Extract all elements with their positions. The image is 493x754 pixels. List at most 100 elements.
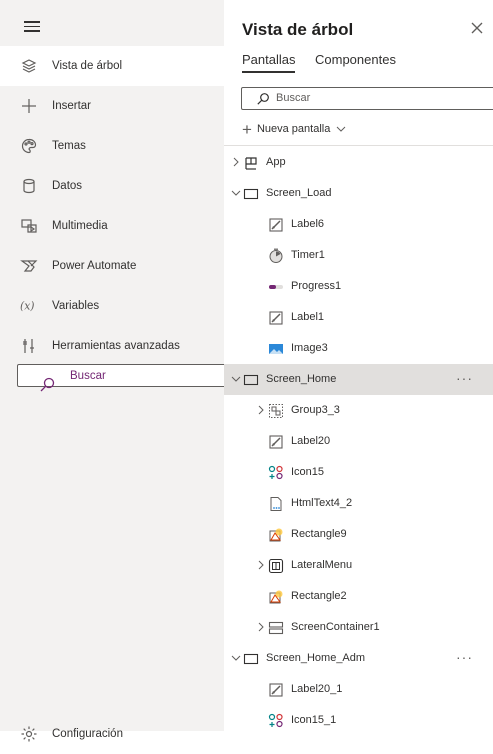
label-icon — [269, 683, 283, 697]
nav-item-themes[interactable]: Temas — [0, 126, 224, 166]
tree-item-screen-home-adm[interactable]: Screen_Home_Adm ··· — [224, 643, 493, 674]
advanced-tools-icon — [23, 339, 34, 353]
search-input[interactable]: Buscar — [241, 87, 493, 110]
label-icon — [269, 218, 283, 232]
nav-item-data[interactable]: Datos — [0, 166, 224, 206]
search-icon — [40, 377, 55, 392]
tab-components[interactable]: Componentes — [315, 52, 396, 67]
tree-view-panel: Vista de árbol Pantallas Componentes Bus… — [224, 0, 493, 731]
icon-control-icon — [268, 465, 283, 480]
chevron-right-icon[interactable] — [256, 560, 266, 570]
label-icon — [269, 311, 283, 325]
chevron-right-icon[interactable] — [231, 157, 241, 167]
tree-item-label: LateralMenu — [291, 559, 353, 571]
tree-item-label: Image3 — [291, 342, 328, 354]
tree-item-label: Label20 — [291, 435, 331, 447]
tree-item-app[interactable]: App — [224, 147, 493, 178]
tree-item-label: Icon15 — [291, 466, 325, 478]
nav-item-settings[interactable]: Configuración — [0, 714, 224, 754]
tree-item-screen-load[interactable]: Screen_Load — [224, 178, 493, 209]
tree-item-lateralmenu[interactable]: LateralMenu — [224, 550, 493, 581]
nav-item-advanced-tools[interactable]: Herramientas avanzadas — [0, 326, 224, 366]
tree-item-screencontainer1[interactable]: ScreenContainer1 — [224, 612, 493, 643]
tree-item-label: Timer1 — [291, 249, 325, 261]
tree-item-label1[interactable]: Label1 — [224, 302, 493, 333]
tree-item-label: Rectangle2 — [291, 590, 347, 602]
nav-item-insert[interactable]: Insertar — [0, 86, 224, 126]
chevron-right-icon[interactable] — [256, 622, 266, 632]
tree-item-label: HtmlText4_2 — [291, 497, 353, 509]
chevron-down-icon[interactable] — [231, 653, 241, 663]
tree-item-label20-1[interactable]: Label20_1 — [224, 674, 493, 705]
screen-icon — [243, 653, 259, 665]
nav-item-media[interactable]: Multimedia — [0, 206, 224, 246]
tree-item-label: Screen_Home — [266, 373, 337, 385]
chevron-down-icon[interactable] — [231, 374, 241, 384]
nav-item-variables[interactable]: (x) Variables — [0, 286, 224, 326]
plus-icon: + — [242, 119, 252, 139]
tree-item-group3-3[interactable]: Group3_3 — [224, 395, 493, 426]
nav-label-variables: Variables — [52, 300, 100, 312]
tree-item-htmltext4-2[interactable]: HtmlText4_2 — [224, 488, 493, 519]
tree-item-label: App — [266, 156, 286, 168]
plus-icon — [22, 99, 36, 113]
screen-icon — [243, 374, 259, 386]
database-icon — [23, 178, 35, 194]
more-options-icon[interactable]: ··· — [456, 649, 473, 665]
html-text-icon — [270, 497, 282, 511]
close-icon[interactable] — [470, 21, 484, 35]
icon-control-icon — [268, 713, 283, 728]
shape-icon — [269, 590, 283, 604]
search-icon — [257, 93, 269, 105]
screen-icon — [243, 188, 259, 200]
tree-item-icon15-1[interactable]: Icon15_1 — [224, 705, 493, 736]
nav-item-power-automate[interactable]: Power Automate — [0, 246, 224, 286]
timer-icon — [269, 248, 283, 263]
progress-icon — [269, 285, 283, 289]
hamburger-menu-icon[interactable] — [24, 21, 40, 33]
gear-icon — [21, 726, 37, 742]
nav-label-themes: Temas — [52, 140, 86, 152]
nav-label-advanced-tools: Herramientas avanzadas — [52, 340, 180, 352]
svg-text:(x): (x) — [20, 300, 35, 313]
new-screen-button[interactable]: + Nueva pantalla — [242, 118, 346, 140]
variables-icon: (x) — [20, 300, 35, 313]
app-icon — [245, 157, 257, 170]
component-icon — [268, 558, 284, 574]
palette-icon — [21, 138, 37, 154]
search-placeholder: Buscar — [276, 92, 311, 104]
tree-item-label6[interactable]: Label6 — [224, 209, 493, 240]
tree-item-label20[interactable]: Label20 — [224, 426, 493, 457]
left-navigation: Vista de árbol Insertar Temas Datos Mult… — [0, 0, 272, 742]
nav-label-media: Multimedia — [52, 220, 108, 232]
tree-item-label: Label6 — [291, 218, 325, 230]
tree-item-label: ScreenContainer1 — [291, 621, 380, 633]
media-icon — [21, 219, 37, 233]
tab-screens[interactable]: Pantallas — [242, 52, 296, 73]
tree-item-timer1[interactable]: Timer1 — [224, 240, 493, 271]
nav-label-settings: Configuración — [52, 728, 123, 740]
nav-item-tree-view[interactable]: Vista de árbol — [0, 46, 224, 86]
panel-title: Vista de árbol — [242, 20, 354, 39]
tree-item-label: Screen_Load — [266, 187, 332, 199]
image-icon — [269, 344, 283, 354]
tree-item-image3[interactable]: Image3 — [224, 333, 493, 364]
more-options-icon[interactable]: ··· — [456, 370, 473, 386]
tree-item-screen-home[interactable]: Screen_Home ··· — [224, 364, 493, 395]
label-icon — [269, 435, 283, 449]
power-automate-icon — [20, 260, 38, 272]
chevron-down-icon[interactable] — [231, 188, 241, 198]
nav-label-insert: Insertar — [52, 100, 91, 112]
divider — [224, 145, 493, 146]
tree-item-label: Group3_3 — [291, 404, 340, 416]
nav-label-tree-view: Vista de árbol — [52, 60, 123, 72]
shape-icon — [269, 528, 283, 542]
tree-item-icon15[interactable]: Icon15 — [224, 457, 493, 488]
chevron-right-icon[interactable] — [256, 405, 266, 415]
tree-item-rectangle9[interactable]: Rectangle9 — [224, 519, 493, 550]
nav-label-data: Datos — [52, 180, 83, 192]
tree-item-rectangle2[interactable]: Rectangle2 — [224, 581, 493, 612]
chevron-down-icon — [336, 126, 346, 132]
tree-item-progress1[interactable]: Progress1 — [224, 271, 493, 302]
nav-label-power-automate: Power Automate — [52, 260, 137, 272]
